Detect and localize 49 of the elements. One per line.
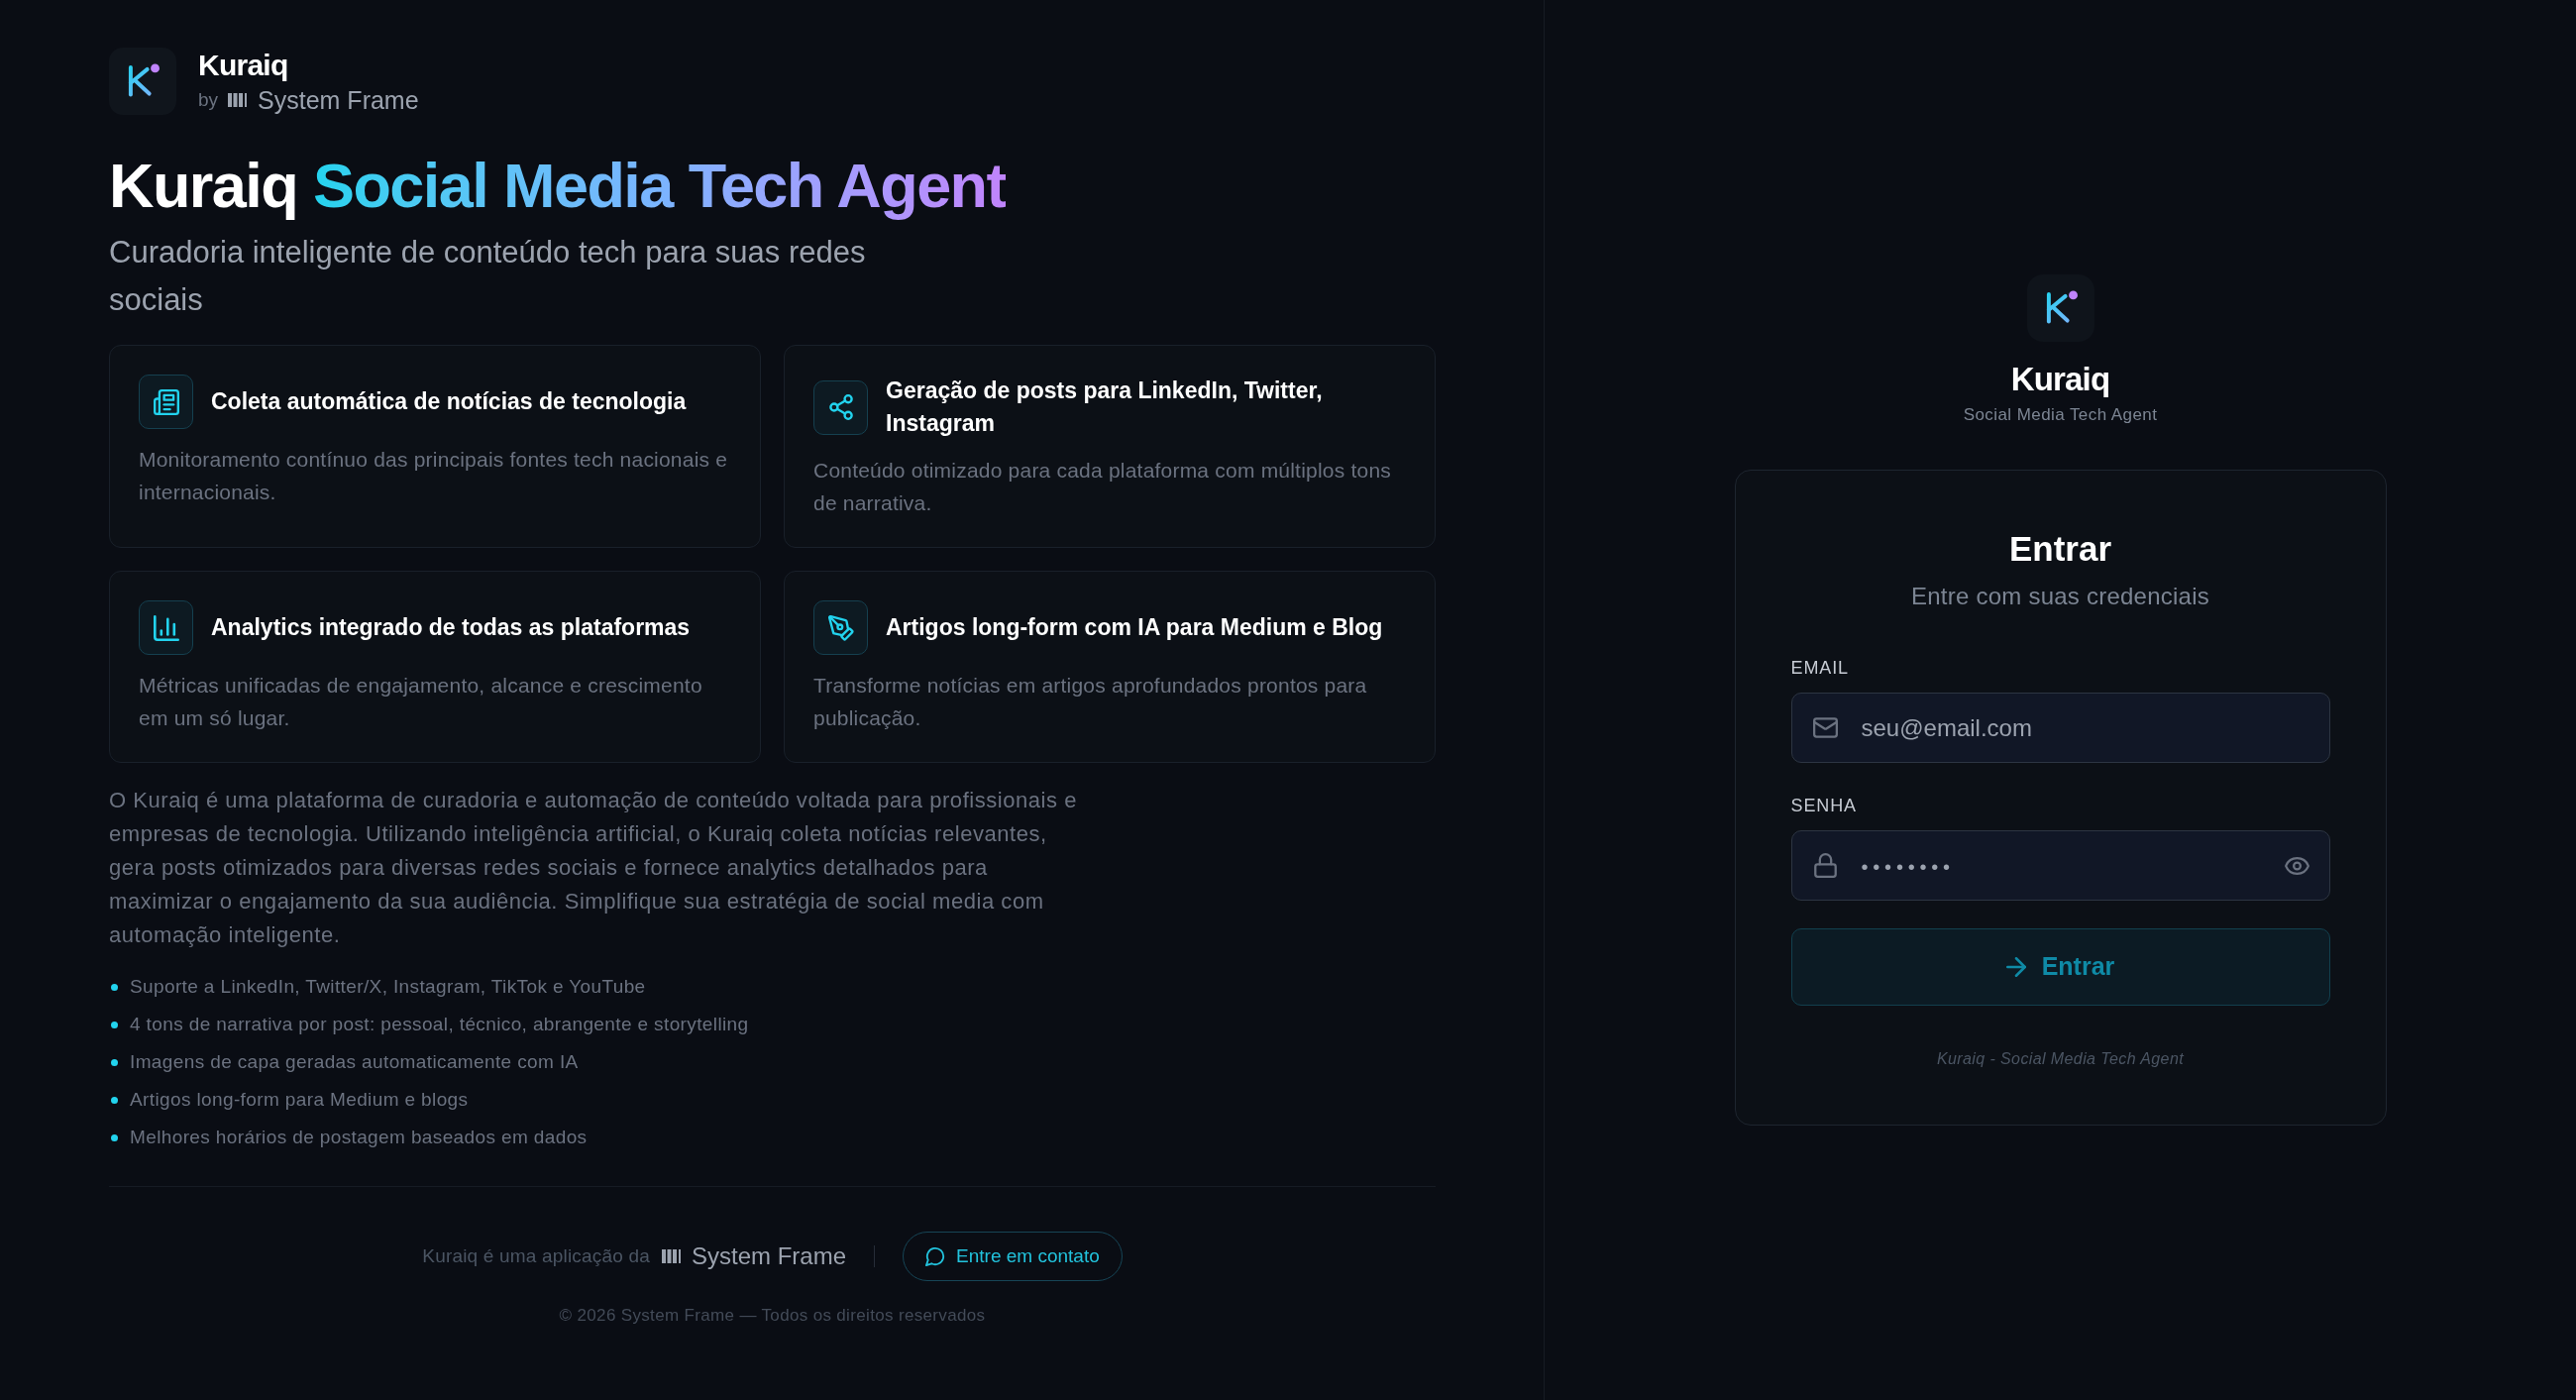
highlight-item: Imagens de capa geradas automaticamente com IA [130, 1050, 579, 1074]
login-footnote: Kuraiq - Social Media Tech Agent [1935, 1049, 2186, 1069]
feature-description: Métricas unificadas de engajamento, alcance e crescimento em um só lugar. [139, 673, 703, 731]
page-subtitle: Curadoria inteligente de conteúdo tech para suas redes sociais [109, 234, 867, 319]
feature-title: Analytics integrado de todas as plataformas [211, 613, 691, 642]
app-name: Kuraiq [2010, 360, 2110, 399]
password-field[interactable]: •••••••• [1790, 830, 2330, 901]
bullet-icon [111, 983, 118, 991]
company-name: System Frame [258, 85, 419, 115]
feature-description: Conteúdo otimizado para cada plataforma com múltiplos tons de narrativa. [813, 458, 1392, 516]
mail-icon [1812, 717, 1838, 738]
bars-logo-icon [662, 1249, 684, 1263]
field-label: EMAIL [1790, 657, 1851, 680]
email-field[interactable]: seu@email.com [1790, 693, 2330, 763]
logo-icon [2026, 274, 2094, 342]
about-paragraph: O Kuraiq é uma plataforma de curadoria e automação de conteúdo voltada para profissionais e empresas de tecnologia. Utilizando inteligência artificial, o Kuraiq coleta notícias relevantes, gera posts otimizados para diversas redes sociais e fornece analytics detalhados para maximizar o engajamento da sua audiência. Simplifique sua estratégia de social media com automação inteligente. [109, 787, 1079, 949]
highlight-item: Suporte a LinkedIn, Twitter/X, Instagram, TikTok e YouTube [130, 975, 646, 999]
login-subtitle: Entre com suas credenciais [1909, 582, 2210, 611]
logo-icon [109, 48, 176, 115]
company-name: System Frame [692, 1241, 847, 1271]
feature-title: Artigos long-form com IA para Medium e Blog [886, 613, 1383, 642]
highlight-item: 4 tons de narrativa por post: pessoal, técnico, abrangente e storytelling [130, 1013, 749, 1036]
bullet-icon [111, 1096, 118, 1104]
feature-description: Transforme notícias em artigos aprofundados prontos para publicação. [813, 673, 1368, 731]
feature-title: Geração de posts para LinkedIn, Twitter, Instagram [886, 377, 1324, 438]
contact-button[interactable]: Entre em contato [903, 1232, 1123, 1281]
newspaper-icon [139, 375, 193, 429]
eye-icon[interactable] [2284, 857, 2309, 875]
bar-chart-icon [139, 600, 193, 655]
made-by-text: Kuraiq é uma aplicação da [422, 1243, 650, 1268]
feature-title: Coleta automática de notícias de tecnologia [211, 387, 687, 416]
share-icon [813, 379, 868, 435]
field-label: SENHA [1790, 795, 1858, 817]
highlight-item: Melhores horários de postagem baseados em dados [130, 1126, 588, 1149]
feature-description: Monitoramento contínuo das principais fontes tech nacionais e internacionais. [139, 447, 729, 505]
login-title: Entrar [2007, 528, 2113, 570]
chat-bubble-icon [925, 1246, 946, 1266]
pen-nib-icon [813, 600, 868, 655]
bullet-icon [111, 1133, 118, 1141]
app-tagline: Social Media Tech Agent [1963, 404, 2158, 426]
lock-icon [1813, 853, 1837, 878]
bullet-icon [111, 1058, 118, 1066]
arrow-right-icon [2005, 957, 2026, 977]
submit-button[interactable]: Entrar [1790, 928, 2330, 1006]
highlight-item: Artigos long-form para Medium e blogs [130, 1088, 469, 1112]
brand-name: Kuraiq [198, 48, 289, 83]
bullet-icon [111, 1021, 118, 1028]
copyright-text: © 2026 System Frame — Todos os direitos reservados [559, 1305, 986, 1327]
by-label: by [198, 88, 219, 112]
